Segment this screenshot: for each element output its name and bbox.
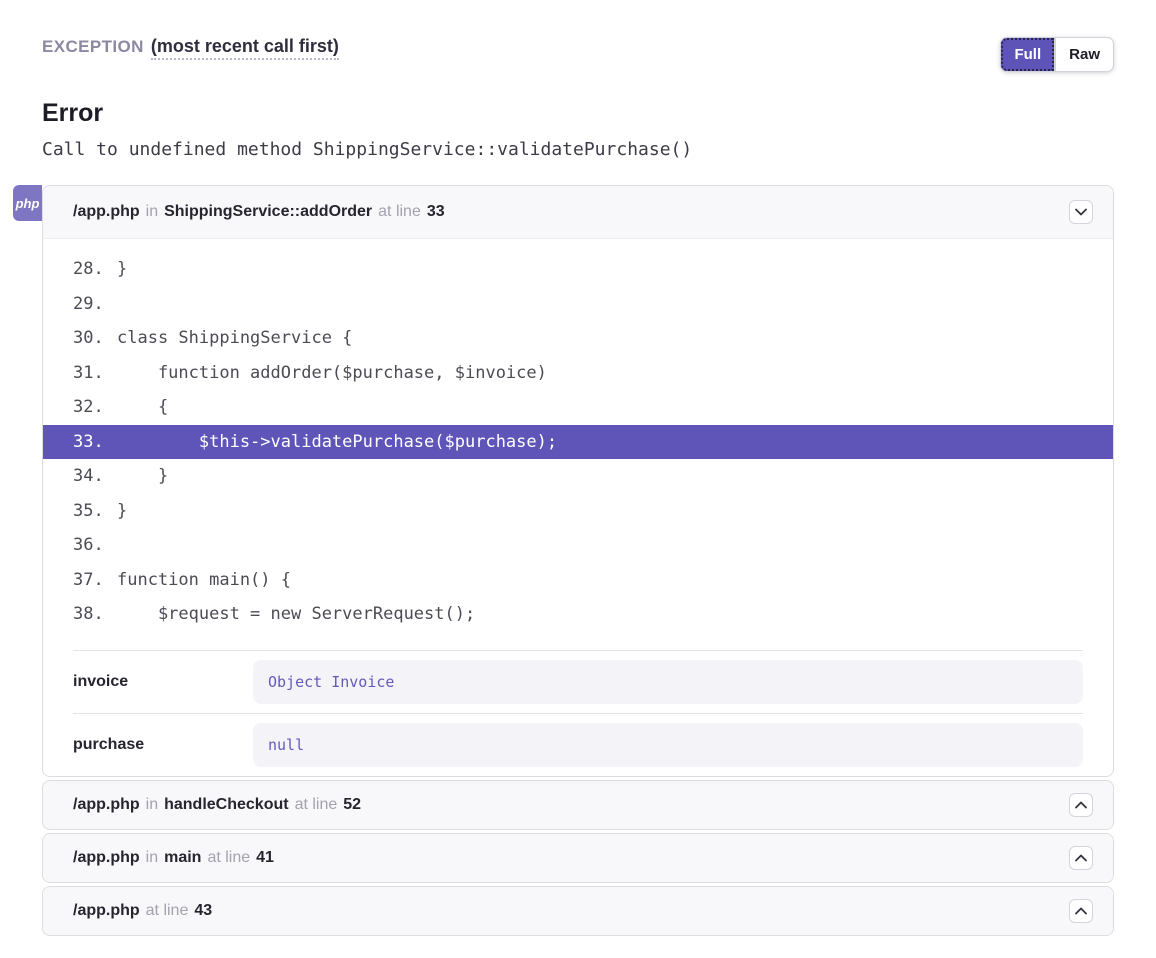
frame-in-label: in (146, 796, 158, 814)
frame-atline-label: at line (207, 849, 250, 867)
frame-line-number: 33 (427, 203, 445, 221)
code-line: 38. $request = new ServerRequest(); (43, 597, 1113, 632)
trace-frame-header[interactable]: /app.php in main at line 41 (43, 834, 1113, 882)
frame-line-number: 43 (194, 902, 212, 920)
php-badge: php (13, 185, 42, 221)
trace-frame: /app.php in main at line 41 (42, 833, 1114, 883)
chevron-down-icon (1075, 208, 1087, 216)
frame-file: /app.php (73, 203, 140, 221)
error-block: Error Call to undefined method ShippingS… (42, 99, 1114, 160)
page-title: EXCEPTION (most recent call first) (42, 36, 339, 57)
trace-frame: /app.php in handleCheckout at line 52 (42, 780, 1114, 830)
code-line: 30.class ShippingService { (43, 321, 1113, 356)
code-line: 35.} (43, 494, 1113, 529)
exception-label: EXCEPTION (42, 37, 144, 56)
argument-row: invoice Object Invoice (73, 650, 1083, 713)
chevron-up-icon (1075, 907, 1087, 915)
frame-in-label: in (146, 203, 158, 221)
argument-value: Object Invoice (253, 660, 1083, 704)
raw-button[interactable]: Raw (1055, 37, 1114, 72)
frame-file: /app.php (73, 849, 140, 867)
trace-frame: /app.php at line 43 (42, 886, 1114, 936)
topbar: EXCEPTION (most recent call first) Full R… (42, 36, 1114, 72)
frame-line-number: 41 (256, 849, 274, 867)
code-line-highlighted: 33. $this->validatePurchase($purchase); (43, 425, 1113, 460)
code-line: 28.} (43, 252, 1113, 287)
code-line: 37.function main() { (43, 563, 1113, 598)
frame-line-number: 52 (343, 796, 361, 814)
code-line: 29. (43, 287, 1113, 322)
expand-frame-button[interactable] (1069, 793, 1093, 817)
frame-function: ShippingService::addOrder (164, 203, 372, 221)
code-line: 32. { (43, 390, 1113, 425)
code-line: 34. } (43, 459, 1113, 494)
call-order-label: (most recent call first) (151, 36, 339, 60)
chevron-up-icon (1075, 801, 1087, 809)
frame-atline-label: at line (295, 796, 338, 814)
argument-name: purchase (73, 736, 253, 754)
trace-frame: /app.php in ShippingService::addOrder at… (42, 185, 1114, 777)
full-button[interactable]: Full (1000, 37, 1055, 72)
frame-file: /app.php (73, 902, 140, 920)
expand-frame-button[interactable] (1069, 846, 1093, 870)
frame-function: handleCheckout (164, 796, 288, 814)
trace-frame-header[interactable]: /app.php in handleCheckout at line 52 (43, 781, 1113, 829)
stack-trace: php /app.php in ShippingService::addOrde… (42, 185, 1114, 936)
frame-arguments: invoice Object Invoice purchase null (73, 650, 1083, 776)
code-excerpt: 28.} 29. 30.class ShippingService { 31. … (43, 239, 1113, 641)
error-heading: Error (42, 99, 1114, 128)
argument-value: null (253, 723, 1083, 767)
error-message: Call to undefined method ShippingService… (42, 139, 1114, 160)
argument-name: invoice (73, 673, 253, 691)
frame-file: /app.php (73, 796, 140, 814)
collapse-frame-button[interactable] (1069, 200, 1093, 224)
frame-atline-label: at line (378, 203, 421, 221)
frame-in-label: in (146, 849, 158, 867)
expand-frame-button[interactable] (1069, 899, 1093, 923)
argument-row: purchase null (73, 713, 1083, 776)
chevron-up-icon (1075, 854, 1087, 862)
view-toggle: Full Raw (1000, 37, 1114, 72)
frame-function: main (164, 849, 201, 867)
trace-frame-header[interactable]: /app.php in ShippingService::addOrder at… (43, 186, 1113, 239)
trace-frame-header[interactable]: /app.php at line 43 (43, 887, 1113, 935)
code-line: 31. function addOrder($purchase, $invoic… (43, 356, 1113, 391)
code-line: 36. (43, 528, 1113, 563)
frame-atline-label: at line (146, 902, 189, 920)
